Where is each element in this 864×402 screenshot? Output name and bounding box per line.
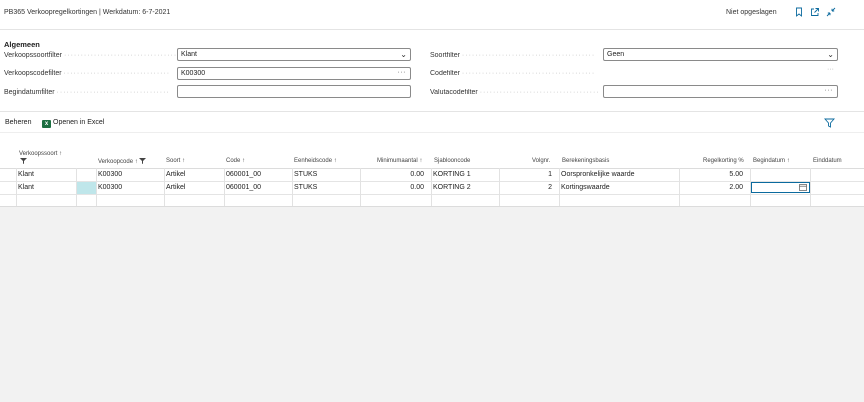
col-header-basis[interactable]: Berekeningsbasis bbox=[562, 158, 609, 164]
col-header-sales-type[interactable]: Verkoopssoort ↑ bbox=[19, 151, 62, 157]
cell-type[interactable]: Artikel bbox=[166, 169, 185, 181]
cell-min-qty[interactable]: 0.00 bbox=[362, 169, 424, 181]
cell-basis[interactable]: Kortingswaarde bbox=[561, 182, 610, 194]
sort-up-icon: ↑ bbox=[786, 158, 790, 164]
action-divider bbox=[0, 132, 864, 133]
currency-filter-input[interactable]: ··· bbox=[603, 85, 838, 98]
sort-up-icon: ↑ bbox=[419, 158, 423, 164]
table-row[interactable]: Klant K00300 Artikel 060001_00 STUKS 0.0… bbox=[0, 169, 864, 181]
cell-basis[interactable]: Oorspronkelijke waarde bbox=[561, 169, 635, 181]
col-header-end-date[interactable]: Einddatum bbox=[813, 158, 842, 164]
ellipsis-icon[interactable]: ··· bbox=[825, 86, 834, 96]
cell-min-qty[interactable]: 0.00 bbox=[362, 182, 424, 194]
col-header-sales-code[interactable]: Verkoopcode ↑ bbox=[98, 158, 147, 165]
cell-template[interactable]: KORTING 2 bbox=[433, 182, 471, 194]
open-in-excel-label: Openen in Excel bbox=[53, 119, 105, 126]
section-title-general: Algemeen bbox=[4, 40, 40, 49]
sales-type-filter-label: Verkoopssoortfilter ····················… bbox=[4, 52, 178, 59]
cell-seq[interactable]: 1 bbox=[501, 169, 552, 181]
col-header-min-qty[interactable]: Minimumaantal ↑ bbox=[377, 158, 422, 164]
cell-sales-code[interactable]: K00300 bbox=[98, 169, 122, 181]
sales-type-filter-select[interactable]: Klant ⌄ bbox=[177, 48, 411, 61]
col-header-code[interactable]: Code ↑ bbox=[226, 158, 245, 164]
empty-area bbox=[0, 207, 864, 402]
funnel-icon bbox=[20, 158, 27, 166]
sales-code-filter-label: Verkoopscodefilter ·····················… bbox=[4, 70, 171, 77]
cell-sales-type[interactable]: Klant bbox=[18, 169, 34, 181]
col-header-seq[interactable]: Volgnr. bbox=[532, 158, 550, 164]
code-filter-input[interactable]: ··· bbox=[603, 66, 838, 80]
col-header-discount[interactable]: Regelkorting % bbox=[703, 158, 744, 164]
ellipsis-icon: ··· bbox=[827, 66, 834, 73]
save-status: Niet opgeslagen bbox=[726, 9, 777, 16]
cell-code[interactable]: 060001_00 bbox=[226, 182, 261, 194]
excel-icon: x bbox=[42, 120, 51, 128]
table-row[interactable]: Klant K00300 Artikel 060001_00 STUKS 0.0… bbox=[0, 182, 864, 194]
col-header-type[interactable]: Soort ↑ bbox=[166, 158, 185, 164]
code-filter-label: Codefilter ·····························… bbox=[430, 70, 596, 77]
sort-up-icon: ↑ bbox=[182, 158, 186, 164]
cell-seq[interactable]: 2 bbox=[501, 182, 552, 194]
chevron-down-icon: ⌄ bbox=[827, 50, 834, 59]
currency-filter-label: Valutacodefilter ·······················… bbox=[430, 89, 600, 96]
sort-up-icon: ↑ bbox=[59, 151, 63, 157]
chevron-down-icon: ⌄ bbox=[400, 50, 407, 59]
cell-unit[interactable]: STUKS bbox=[294, 169, 317, 181]
table-row-empty[interactable] bbox=[0, 195, 864, 207]
calendar-icon[interactable] bbox=[799, 184, 807, 191]
sales-code-filter-input[interactable]: K00300 ··· bbox=[177, 67, 411, 80]
start-date-filter-label: Begindatumfilter ·······················… bbox=[4, 89, 170, 96]
page-title: PB365 Verkoopregelkortingen | Werkdatum:… bbox=[4, 9, 171, 16]
start-date-filter-input[interactable] bbox=[177, 85, 411, 98]
type-filter-label: Soortfilter ····························… bbox=[430, 52, 596, 59]
manage-action[interactable]: Beheren bbox=[5, 119, 31, 126]
start-date-editor[interactable] bbox=[751, 182, 810, 193]
cell-discount[interactable]: 2.00 bbox=[681, 182, 743, 194]
cell-template[interactable]: KORTING 1 bbox=[433, 169, 471, 181]
cell-sales-code[interactable]: K00300 bbox=[98, 182, 122, 194]
filter-icon[interactable] bbox=[824, 118, 835, 130]
cell-type[interactable]: Artikel bbox=[166, 182, 185, 194]
cell-code[interactable]: 060001_00 bbox=[226, 169, 261, 181]
cell-unit[interactable]: STUKS bbox=[294, 182, 317, 194]
collapse-icon[interactable] bbox=[826, 7, 836, 17]
funnel-icon bbox=[139, 158, 147, 164]
section-divider bbox=[0, 111, 864, 112]
sort-up-icon: ↑ bbox=[242, 158, 246, 164]
open-new-window-icon[interactable] bbox=[810, 7, 820, 17]
bookmark-icon[interactable] bbox=[794, 7, 804, 17]
col-header-template[interactable]: Sjablooncode bbox=[434, 158, 470, 164]
sort-up-icon: ↑ bbox=[333, 158, 337, 164]
type-filter-select[interactable]: Geen ⌄ bbox=[603, 48, 838, 61]
col-header-unit[interactable]: Eenheidscode ↑ bbox=[294, 158, 337, 164]
header-divider bbox=[0, 29, 864, 30]
cell-sales-type[interactable]: Klant bbox=[18, 182, 34, 194]
sort-up-icon: ↑ bbox=[134, 159, 138, 165]
cell-discount[interactable]: 5.00 bbox=[681, 169, 743, 181]
col-header-start-date[interactable]: Begindatum ↑ bbox=[753, 158, 790, 164]
ellipsis-icon[interactable]: ··· bbox=[398, 68, 407, 78]
open-in-excel-button[interactable]: x Openen in Excel bbox=[42, 119, 104, 128]
